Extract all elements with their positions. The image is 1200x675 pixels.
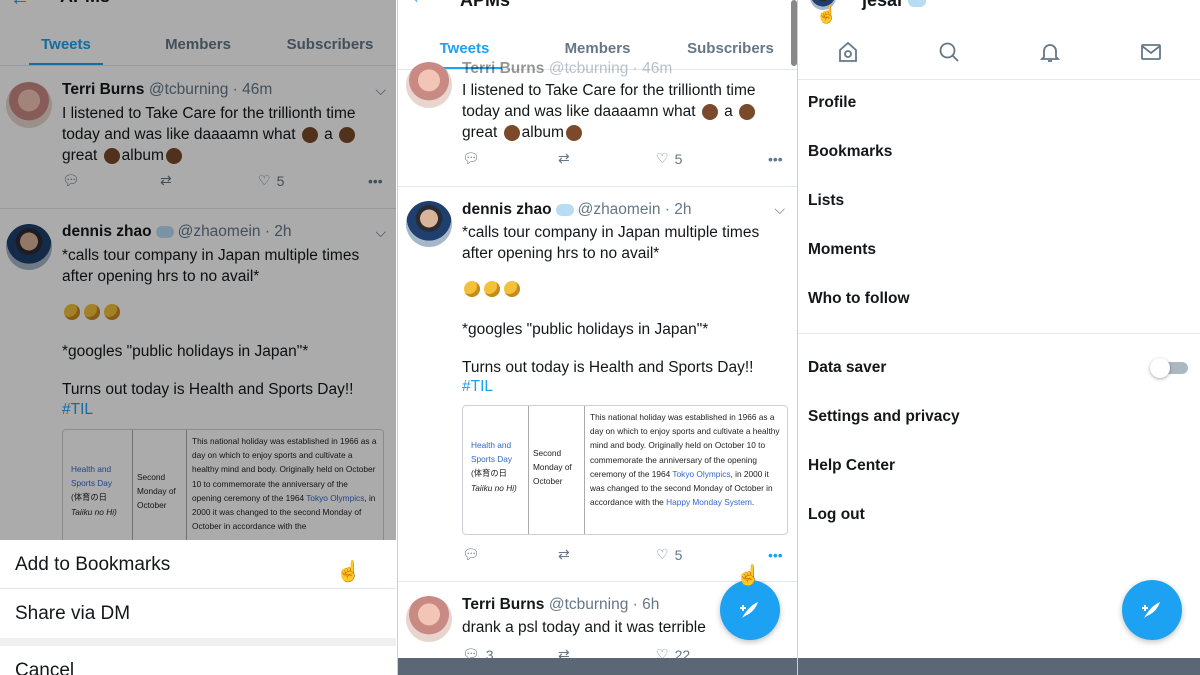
- hashtag-link[interactable]: #TIL: [462, 376, 493, 397]
- clap-emoji-icon: [739, 103, 756, 120]
- avatar[interactable]: [406, 62, 452, 108]
- menu-lists[interactable]: Lists: [808, 192, 844, 210]
- compose-tweet-button[interactable]: [1122, 580, 1182, 640]
- tweet-text: I listened to Take Care for the trillion…: [462, 82, 756, 141]
- chevron-down-icon[interactable]: ⌵: [774, 201, 785, 218]
- like-button[interactable]: ♡ 5: [656, 150, 768, 167]
- thinking-emoji-row: [462, 280, 522, 298]
- holiday-name: Health and Sports Day (体育の日 Taiiku no Hi): [463, 406, 529, 534]
- bell-icon[interactable]: [1038, 40, 1062, 64]
- menu-settings-and-privacy[interactable]: Settings and privacy: [808, 408, 960, 426]
- holiday-description: This national holiday was established in…: [590, 412, 780, 508]
- tweet-handle: @tcburning · 6h: [548, 596, 660, 613]
- menu-who-to-follow[interactable]: Who to follow: [808, 290, 910, 308]
- clap-emoji-icon: [565, 124, 582, 141]
- retweet-icon: ⇄: [558, 150, 570, 166]
- like-count: 5: [674, 150, 683, 167]
- like-count: 5: [674, 546, 683, 563]
- more-button[interactable]: •••: [768, 151, 783, 167]
- navigation-drawer: jesar ☝ Profile Bookmarks Lists Moments …: [798, 0, 1200, 675]
- avatar[interactable]: [406, 596, 452, 642]
- menu-profile[interactable]: Profile: [808, 94, 856, 112]
- search-icon[interactable]: [937, 40, 961, 64]
- menu-moments[interactable]: Moments: [808, 241, 876, 259]
- tweet-text: *calls tour company in Japan multiple ti…: [462, 224, 760, 262]
- tweet-text: *googles "public holidays in Japan"*: [462, 321, 709, 338]
- avatar[interactable]: [406, 201, 452, 247]
- menu-log-out[interactable]: Log out: [808, 506, 865, 524]
- list-timeline-with-action-sheet: ← APMs Tweets Members Subscribers Terri …: [0, 0, 396, 675]
- compose-tweet-button[interactable]: [720, 580, 780, 640]
- tweet-actions: 💬︎ ⇄ ♡ 5 •••: [462, 546, 792, 563]
- like-icon: ♡: [656, 150, 669, 166]
- clap-emoji-icon: [701, 103, 718, 120]
- wiki-image-card[interactable]: Health and Sports Day (体育の日 Taiiku no Hi) …: [462, 405, 788, 535]
- clap-emoji-icon: [503, 124, 520, 141]
- menu-divider: [798, 333, 1200, 334]
- retweet-icon: ⇄: [558, 546, 570, 562]
- like-button[interactable]: ♡ 5: [656, 546, 768, 563]
- tweet-handle: @zhaomein · 2h: [577, 201, 692, 218]
- compose-icon: [740, 602, 758, 618]
- data-saver-toggle[interactable]: [1150, 358, 1190, 378]
- home-icon[interactable]: [836, 40, 860, 64]
- retweet-button[interactable]: ⇄: [558, 546, 656, 563]
- tweet-author-name[interactable]: Terri Burns: [462, 596, 544, 613]
- menu-data-saver: Data saver: [808, 359, 887, 376]
- more-icon: •••: [768, 150, 783, 167]
- compose-icon: [1142, 602, 1160, 618]
- more-button[interactable]: •••: [768, 547, 783, 563]
- hand-cursor-icon: ☝: [736, 565, 761, 587]
- tweet-author-name[interactable]: Terri Burns: [462, 60, 544, 77]
- tweet-handle: @tcburning · 46m: [548, 60, 673, 77]
- share-via-dm-button[interactable]: Share via DM: [0, 589, 396, 646]
- reply-button[interactable]: 💬︎: [462, 150, 558, 167]
- bottom-toast: [798, 658, 1200, 675]
- reply-icon: 💬︎: [462, 150, 480, 166]
- like-icon: ♡: [656, 546, 669, 562]
- menu-help-center[interactable]: Help Center: [808, 457, 895, 475]
- tweet-actions: 💬︎ ⇄ ♡ 5 •••: [462, 150, 792, 167]
- reply-icon: 💬︎: [462, 546, 480, 562]
- top-nav-bar: [798, 36, 1200, 80]
- list-timeline: ← APMs Tweets Members Subscribers Terri …: [397, 0, 798, 675]
- holiday-date: Second Monday of October: [529, 406, 585, 534]
- tweet[interactable]: Terri Burns @tcburning · 46m I listened …: [398, 60, 797, 187]
- back-arrow-icon[interactable]: ←: [410, 0, 430, 9]
- bottom-toast: [398, 658, 797, 675]
- account-username: jesar: [862, 0, 930, 11]
- tweet[interactable]: dennis zhao @zhaomein · 2h ⌵ *calls tour …: [398, 187, 797, 582]
- reply-button[interactable]: 💬︎: [462, 546, 558, 563]
- menu-bookmarks[interactable]: Bookmarks: [808, 143, 892, 161]
- retweet-button[interactable]: ⇄: [558, 150, 656, 167]
- speech-bubble-emoji-icon: [555, 203, 574, 216]
- page-title: APMs: [460, 0, 511, 10]
- mail-icon[interactable]: [1139, 40, 1163, 64]
- tweet-text: Turns out today is Health and Sports Day…: [462, 359, 754, 376]
- cancel-button[interactable]: Cancel: [0, 646, 396, 675]
- hand-cursor-icon: ☝: [336, 561, 361, 583]
- more-icon: •••: [768, 546, 783, 563]
- hand-cursor-icon: ☝: [816, 5, 838, 24]
- tweet-author-name[interactable]: dennis zhao: [462, 201, 552, 218]
